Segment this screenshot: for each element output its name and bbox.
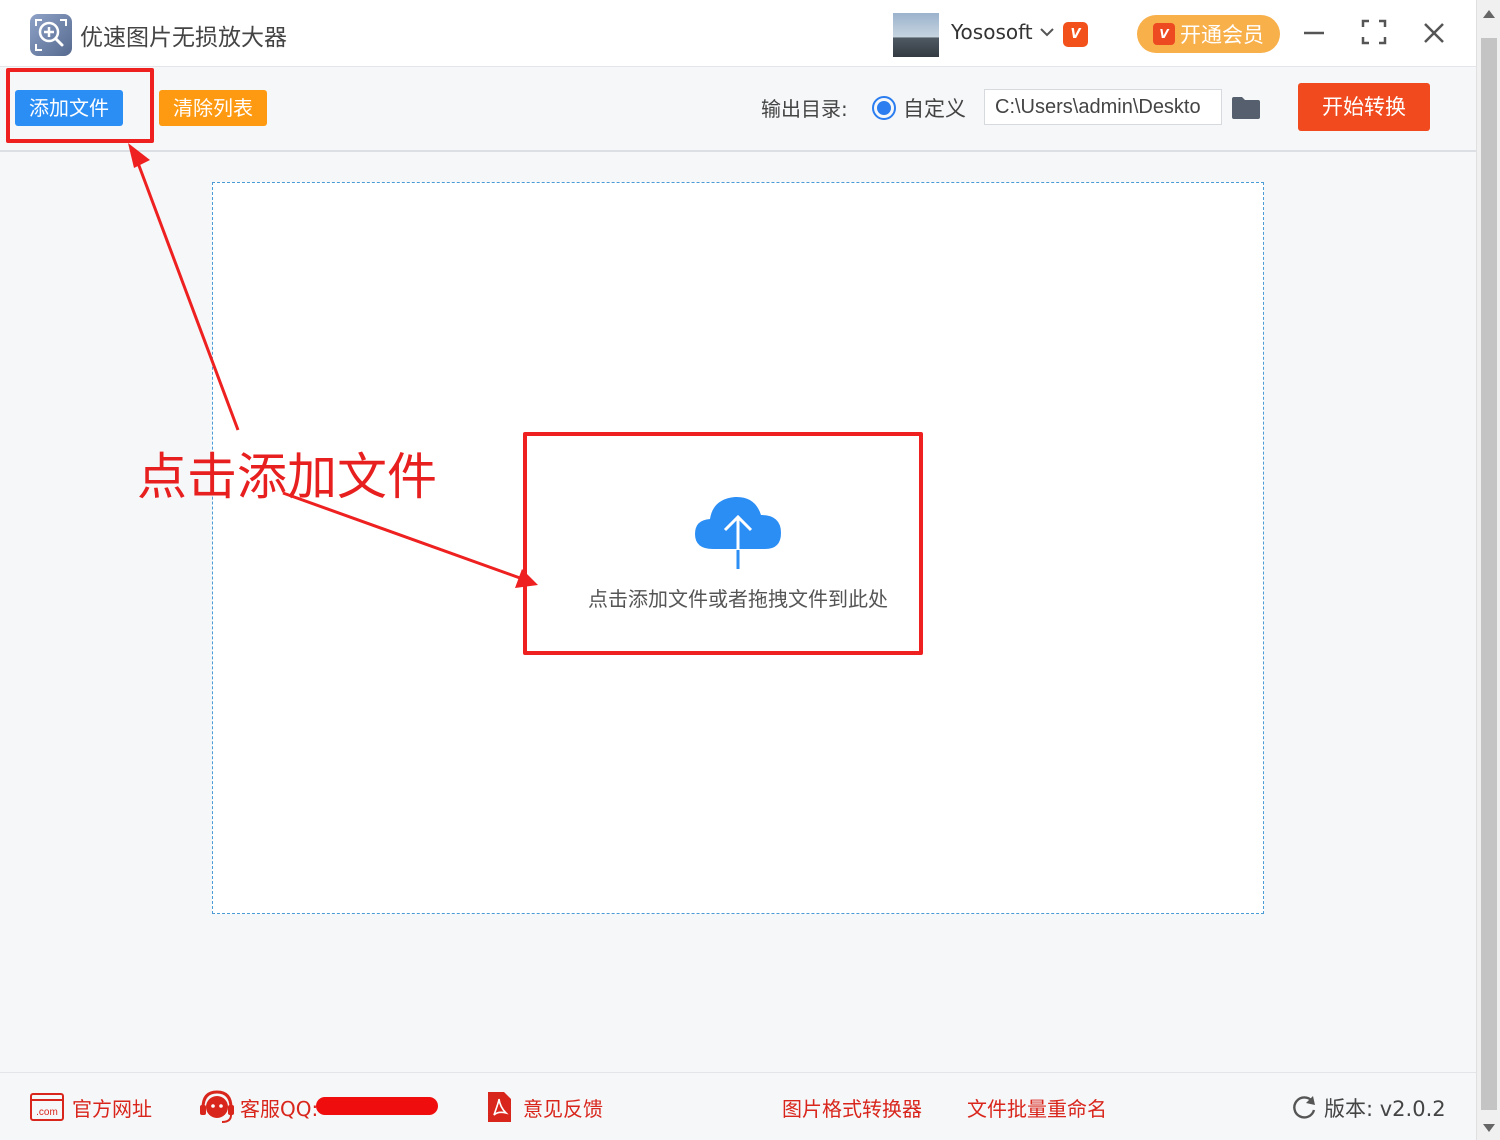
output-dir-label: 输出目录: <box>761 97 848 121</box>
avatar[interactable] <box>893 13 939 57</box>
refresh-icon[interactable] <box>1291 1095 1317 1125</box>
vip-icon: V <box>1153 23 1175 45</box>
start-convert-button[interactable]: 开始转换 <box>1298 83 1430 131</box>
clear-list-button[interactable]: 清除列表 <box>159 90 267 126</box>
output-path-input[interactable] <box>984 89 1222 125</box>
cloud-upload-icon[interactable] <box>693 493 783 571</box>
redacted-qq-number <box>316 1097 438 1115</box>
pdf-icon[interactable] <box>486 1091 512 1127</box>
version-label: 版本: v2.0.2 <box>1324 1097 1446 1121</box>
custom-output-label[interactable]: 自定义 <box>903 93 966 123</box>
scroll-up-arrow[interactable] <box>1483 10 1495 18</box>
app-logo-icon <box>30 14 72 56</box>
svg-text:.com: .com <box>36 1107 58 1118</box>
add-files-button[interactable]: 添加文件 <box>15 90 123 126</box>
open-membership-button[interactable]: V 开通会员 <box>1137 15 1280 53</box>
custom-output-radio[interactable] <box>872 96 896 120</box>
drop-hint-text[interactable]: 点击添加文件或者拖拽文件到此处 <box>524 583 952 612</box>
image-format-converter-link[interactable]: 图片格式转换器 <box>782 1093 922 1122</box>
username[interactable]: Yososoft <box>951 20 1033 44</box>
customer-service-qq[interactable]: 客服QQ: <box>240 1093 318 1122</box>
vip-icon: V <box>1063 22 1088 47</box>
feedback-link[interactable]: 意见反馈 <box>523 1093 603 1122</box>
folder-icon[interactable] <box>1231 96 1261 120</box>
close-icon[interactable] <box>1419 18 1449 48</box>
scroll-thumb[interactable] <box>1481 38 1497 1110</box>
scroll-down-arrow[interactable] <box>1483 1124 1495 1132</box>
minimize-icon[interactable] <box>1300 18 1330 48</box>
app-title: 优速图片无损放大器 <box>80 25 287 51</box>
title-bar: 优速图片无损放大器 Yososoft V V 开通会员 <box>0 0 1476 67</box>
chevron-down-icon[interactable] <box>1038 20 1056 42</box>
annotation-text: 点击添加文件 <box>137 448 437 506</box>
website-icon[interactable]: .com <box>30 1093 64 1125</box>
vertical-scrollbar[interactable] <box>1476 0 1500 1140</box>
maximize-icon[interactable] <box>1360 18 1390 48</box>
batch-rename-link[interactable]: 文件批量重命名 <box>967 1093 1107 1122</box>
headset-icon[interactable] <box>198 1088 236 1130</box>
footer: .com 官方网址 客服QQ: 意见反馈 图片格式转换器 文件批量重命名 版本:… <box>0 1072 1476 1140</box>
toolbar: 添加文件 清除列表 输出目录: 自定义 开始转换 <box>0 68 1476 152</box>
official-website-link[interactable]: 官方网址 <box>72 1093 152 1122</box>
open-membership-label: 开通会员 <box>1180 23 1264 47</box>
